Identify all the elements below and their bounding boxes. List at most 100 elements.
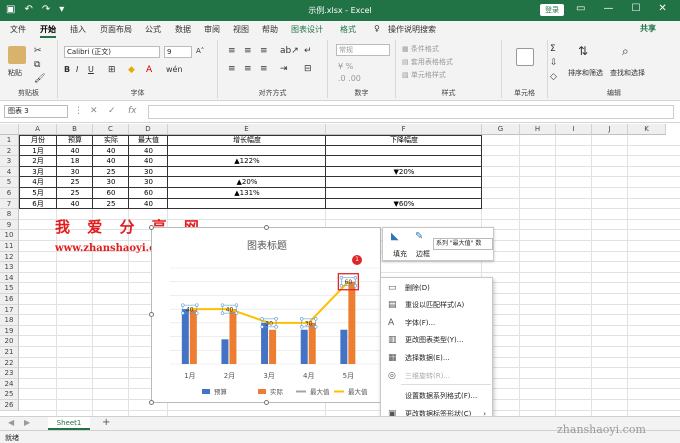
row-header[interactable]: 17 bbox=[0, 304, 19, 316]
align-center-icon[interactable]: ≡ bbox=[244, 64, 252, 74]
underline-icon[interactable]: U bbox=[88, 65, 94, 74]
column-header[interactable]: I bbox=[556, 124, 592, 135]
tab-format[interactable]: 格式 bbox=[340, 24, 356, 35]
copy-icon[interactable]: ⧉ bbox=[34, 60, 40, 70]
share-button[interactable]: 共享 bbox=[640, 23, 656, 34]
data-label[interactable]: 30 bbox=[305, 320, 313, 327]
chart-title[interactable]: 图表标题 bbox=[247, 239, 287, 252]
row-header[interactable]: 16 bbox=[0, 294, 19, 305]
column-header[interactable]: A bbox=[19, 124, 57, 135]
table-cell[interactable]: 3月 bbox=[19, 167, 57, 177]
row-header[interactable]: 4 bbox=[0, 166, 19, 178]
minimize-icon[interactable]: — bbox=[603, 3, 613, 14]
tab-page-layout[interactable]: 页面布局 bbox=[100, 24, 132, 35]
tab-review[interactable]: 审阅 bbox=[204, 24, 220, 35]
row-header[interactable]: 2 bbox=[0, 145, 19, 157]
outline-pen-icon[interactable]: ✎ bbox=[415, 231, 423, 242]
next-sheet-icon[interactable]: ▶ bbox=[24, 418, 30, 427]
row-header[interactable]: 10 bbox=[0, 230, 19, 241]
row-header[interactable]: 11 bbox=[0, 241, 19, 252]
chart-svg[interactable]: 图表标题 1月 2月 3月 4月 5月 40 40 30 30 60 预算 实际 最大值 最大值 bbox=[152, 228, 388, 404]
paste-icon[interactable] bbox=[8, 46, 26, 64]
row-header[interactable]: 26 bbox=[0, 400, 19, 411]
context-menu-item[interactable]: ▦ 选择数据(E)... bbox=[381, 350, 492, 366]
indent-icon[interactable]: ⇥ bbox=[280, 64, 288, 74]
table-cell[interactable]: 25 bbox=[93, 167, 129, 177]
find-select-button[interactable]: 查找和选择 bbox=[610, 68, 645, 78]
table-cell[interactable]: 2月 bbox=[19, 156, 57, 166]
table-cell[interactable]: 30 bbox=[57, 167, 93, 177]
chart-bar[interactable] bbox=[348, 281, 356, 364]
table-cell[interactable]: 25 bbox=[57, 177, 93, 187]
column-header[interactable]: G bbox=[482, 124, 520, 135]
table-cell[interactable]: 40 bbox=[93, 156, 129, 166]
column-header[interactable]: D bbox=[129, 124, 168, 135]
series-select[interactable]: 系列 "最大值" 数 bbox=[433, 238, 493, 250]
context-menu-item[interactable]: ▤ 重设以匹配样式(A) bbox=[381, 297, 492, 313]
clear-icon[interactable]: ◇ bbox=[550, 72, 557, 82]
table-header-cell[interactable]: 增长幅度 bbox=[168, 135, 326, 145]
resize-handle[interactable] bbox=[264, 400, 269, 405]
column-header[interactable]: B bbox=[57, 124, 93, 135]
tab-home[interactable]: 开始 bbox=[40, 24, 56, 38]
table-cell[interactable]: 40 bbox=[57, 199, 93, 209]
table-cell[interactable]: 25 bbox=[93, 199, 129, 209]
align-left-icon[interactable]: ≡ bbox=[228, 64, 236, 74]
currency-icon[interactable]: ¥ % bbox=[338, 62, 353, 71]
font-name-select[interactable]: Calibri (正文) bbox=[64, 46, 160, 58]
login-button[interactable]: 登录 bbox=[540, 4, 564, 16]
tab-file[interactable]: 文件 bbox=[10, 24, 26, 35]
context-menu-item[interactable]: 设置数据系列格式(F)... bbox=[381, 388, 492, 404]
column-header[interactable]: J bbox=[592, 124, 628, 135]
table-cell[interactable]: ▼20% bbox=[326, 167, 482, 177]
conditional-format-button[interactable]: ▦ 条件格式 bbox=[402, 44, 439, 54]
table-cell[interactable]: 1月 bbox=[19, 146, 57, 156]
border-icon[interactable]: ⊞ bbox=[108, 65, 116, 75]
fx-icon[interactable]: fx bbox=[128, 106, 137, 116]
row-header[interactable]: 9 bbox=[0, 219, 19, 231]
resize-handle[interactable] bbox=[149, 400, 154, 405]
resize-handle[interactable] bbox=[149, 312, 154, 317]
table-cell[interactable]: 40 bbox=[93, 146, 129, 156]
table-header-cell[interactable]: 预算 bbox=[57, 135, 93, 145]
row-header[interactable]: 21 bbox=[0, 347, 19, 358]
tab-insert[interactable]: 插入 bbox=[70, 24, 86, 35]
phonetic-icon[interactable]: wén bbox=[166, 65, 183, 74]
row-header[interactable]: 1 bbox=[0, 135, 19, 146]
table-header-cell[interactable]: 月份 bbox=[19, 135, 57, 145]
sort-filter-icon[interactable]: ⇅ bbox=[578, 44, 588, 58]
chart-bar[interactable] bbox=[300, 329, 308, 364]
table-cell[interactable]: 40 bbox=[129, 156, 168, 166]
chart-series-line[interactable] bbox=[189, 281, 350, 324]
context-menu-item[interactable]: ▥ 更改图表类型(Y)... bbox=[381, 332, 492, 348]
table-cell[interactable]: ▲131% bbox=[168, 188, 326, 198]
row-header[interactable]: 19 bbox=[0, 325, 19, 337]
column-header[interactable]: H bbox=[520, 124, 556, 135]
align-middle-icon[interactable]: ≡ bbox=[244, 46, 252, 56]
column-header[interactable]: F bbox=[326, 124, 482, 135]
number-format-select[interactable]: 常规 bbox=[336, 44, 390, 56]
confirm-icon[interactable]: ✓ bbox=[108, 106, 116, 116]
wrap-text-icon[interactable]: ↵ bbox=[304, 46, 312, 56]
column-header[interactable]: K bbox=[628, 124, 666, 135]
fill-button[interactable]: 填充 bbox=[393, 249, 407, 259]
cell-style-button[interactable]: ▧ 单元格样式 bbox=[402, 70, 446, 80]
prev-sheet-icon[interactable]: ◀ bbox=[8, 418, 14, 427]
data-label[interactable]: 40 bbox=[226, 307, 234, 314]
resize-handle[interactable] bbox=[264, 225, 269, 230]
row-header[interactable]: 12 bbox=[0, 251, 19, 263]
chart-bar[interactable] bbox=[261, 322, 269, 364]
name-box-dropdown-icon[interactable]: ⋮ bbox=[74, 106, 83, 116]
fill-icon[interactable]: ⇩ bbox=[550, 58, 558, 68]
chart-bar[interactable] bbox=[181, 309, 189, 364]
cells-icon[interactable] bbox=[516, 48, 534, 66]
sort-filter-button[interactable]: 排序和筛选 bbox=[568, 68, 603, 78]
add-sheet-icon[interactable]: + bbox=[102, 417, 110, 428]
table-cell[interactable]: 5月 bbox=[19, 188, 57, 198]
row-header[interactable]: 24 bbox=[0, 378, 19, 390]
row-header[interactable]: 15 bbox=[0, 283, 19, 294]
tab-help[interactable]: 帮助 bbox=[262, 24, 278, 35]
tab-data[interactable]: 数据 bbox=[175, 24, 191, 35]
row-header[interactable]: 3 bbox=[0, 156, 19, 167]
name-box[interactable]: 图表 3 bbox=[4, 105, 68, 118]
